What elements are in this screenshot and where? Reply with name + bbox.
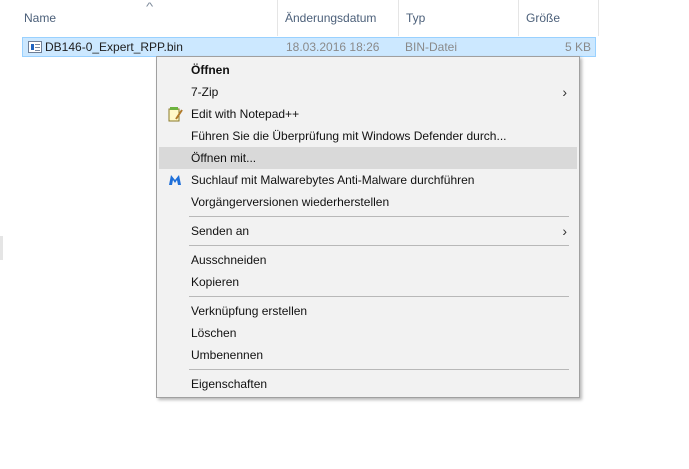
menu-item-7zip[interactable]: 7-Zip › xyxy=(159,81,577,103)
menu-separator xyxy=(189,245,569,246)
menu-item-label: Kopieren xyxy=(191,275,240,289)
menu-separator xyxy=(189,216,569,217)
menu-separator xyxy=(189,296,569,297)
menu-separator xyxy=(189,369,569,370)
chevron-right-icon: › xyxy=(562,223,567,239)
file-date: 18.03.2016 18:26 xyxy=(286,40,380,54)
menu-item-malwarebytes[interactable]: Suchlauf mit Malwarebytes Anti-Malware d… xyxy=(159,169,577,191)
menu-item-create-shortcut[interactable]: Verknüpfung erstellen xyxy=(159,300,577,322)
chevron-right-icon: › xyxy=(562,84,567,100)
scroll-nub xyxy=(0,236,3,260)
menu-item-copy[interactable]: Kopieren xyxy=(159,271,577,293)
menu-item-defender-scan[interactable]: Führen Sie die Überprüfung mit Windows D… xyxy=(159,125,577,147)
menu-item-delete[interactable]: Löschen xyxy=(159,322,577,344)
menu-item-open[interactable]: Öffnen xyxy=(159,59,577,81)
column-date[interactable]: Änderungsdatum xyxy=(278,0,399,36)
menu-item-label: Senden an xyxy=(191,224,250,238)
menu-item-label: Öffnen mit... xyxy=(191,151,257,165)
menu-item-properties[interactable]: Eigenschaften xyxy=(159,373,577,395)
malwarebytes-icon xyxy=(169,175,181,185)
column-type[interactable]: Typ xyxy=(399,0,519,36)
file-name: DB146-0_Expert_RPP.bin xyxy=(45,40,183,54)
menu-item-label: Führen Sie die Überprüfung mit Windows D… xyxy=(191,129,507,143)
file-size: 5 KB xyxy=(564,40,591,54)
menu-item-label: Edit with Notepad++ xyxy=(191,107,300,121)
notepad-icon xyxy=(168,107,183,122)
menu-item-label: Vorgängerversionen wiederherstellen xyxy=(191,195,390,209)
menu-item-label: Verknüpfung erstellen xyxy=(191,304,308,318)
menu-item-label: Eigenschaften xyxy=(191,377,268,391)
menu-item-open-with[interactable]: Öffnen mit... xyxy=(159,147,577,169)
window-left-edge xyxy=(0,0,6,469)
menu-item-send-to[interactable]: Senden an › xyxy=(159,220,577,242)
menu-item-cut[interactable]: Ausschneiden xyxy=(159,249,577,271)
file-row[interactable]: DB146-0_Expert_RPP.bin 18.03.2016 18:26 … xyxy=(22,37,596,57)
file-type: BIN-Datei xyxy=(405,40,458,54)
column-size[interactable]: Größe xyxy=(519,0,599,36)
menu-item-rename[interactable]: Umbenennen xyxy=(159,344,577,366)
menu-item-label: Löschen xyxy=(191,326,237,340)
menu-item-label: Ausschneiden xyxy=(191,253,267,267)
menu-item-label: Suchlauf mit Malwarebytes Anti-Malware d… xyxy=(191,173,475,187)
menu-item-previous-versions[interactable]: Vorgängerversionen wiederherstellen xyxy=(159,191,577,213)
column-name[interactable]: Name xyxy=(17,0,278,36)
menu-item-label: 7-Zip xyxy=(191,85,219,99)
context-menu: Öffnen 7-Zip › Edit with Notepad++ Führe… xyxy=(156,56,580,398)
bin-file-icon xyxy=(28,41,42,53)
menu-item-notepadpp[interactable]: Edit with Notepad++ xyxy=(159,103,577,125)
menu-item-label: Öffnen xyxy=(191,63,230,77)
menu-item-label: Umbenennen xyxy=(191,348,264,362)
